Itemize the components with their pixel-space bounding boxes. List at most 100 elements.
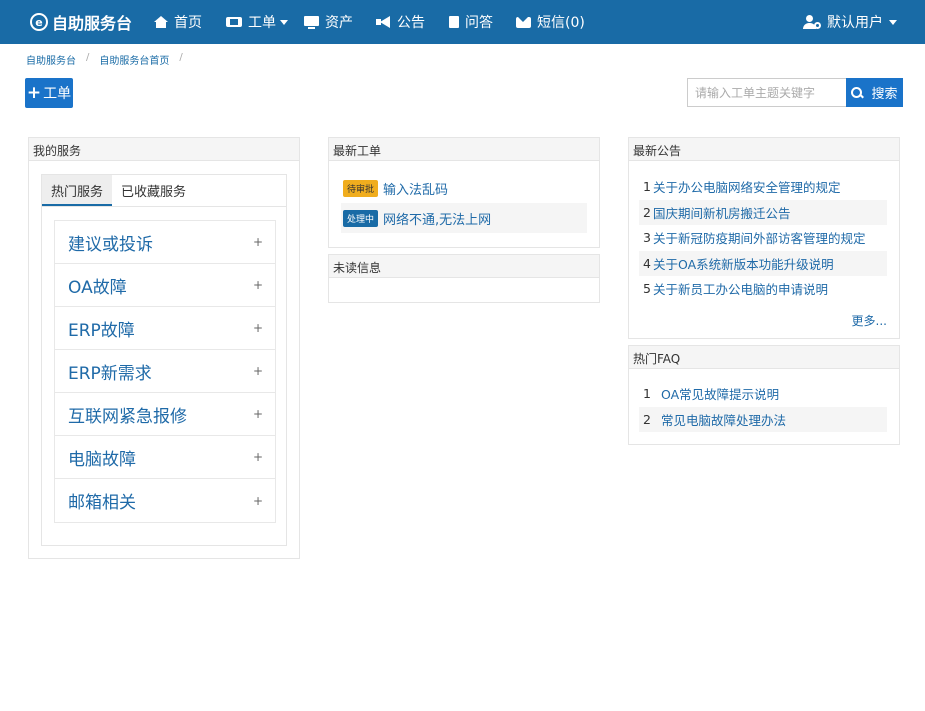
announcement-item[interactable]: 5 关于新员工办公电脑的申请说明 [639, 276, 887, 302]
search-icon [851, 86, 863, 99]
bullhorn-icon [376, 16, 391, 28]
announcement-item[interactable]: 1 关于办公电脑网络安全管理的规定 [639, 174, 887, 200]
announcement-item[interactable]: 4 关于OA系统新版本功能升级说明 [639, 250, 887, 276]
plus-icon: + [252, 235, 263, 249]
breadcrumb-item[interactable]: 自助服务台首页 [99, 52, 169, 67]
brand[interactable]: e 自助服务台 [30, 10, 132, 34]
my-services-panel: 我的服务 热门服务 已收藏服务 建议或投诉 + OA故障 + ERP故障 + E… [28, 137, 300, 559]
status-badge: 处理中 [343, 209, 379, 227]
plus-icon: + [252, 321, 263, 335]
ticket-row[interactable]: 处理中 网络不通,无法上网 [341, 203, 587, 233]
service-item[interactable]: 建议或投诉 + [55, 221, 275, 264]
service-item[interactable]: 邮箱相关 + [55, 479, 275, 522]
faq-panel: 热门FAQ 1 OA常见故障提示说明 2 常见电脑故障处理办法 [628, 345, 900, 445]
status-badge: 待审批 [343, 179, 379, 197]
plus-icon: + [252, 407, 263, 421]
search-button[interactable]: 搜索 [846, 78, 903, 107]
announcement-title: 关于办公电脑网络安全管理的规定 [652, 180, 841, 196]
service-item[interactable]: OA故障 + [55, 264, 275, 307]
announcement-title: 关于新员工办公电脑的申请说明 [652, 282, 828, 298]
nav-announcements-label: 公告 [397, 15, 426, 31]
more-announcements-link[interactable]: 更多... [852, 312, 887, 329]
user-name: 默认用户 [827, 15, 883, 31]
panel-title: 热门FAQ [629, 346, 899, 369]
file-icon [449, 16, 460, 28]
nav-messages[interactable]: 短信(0) [516, 12, 585, 32]
unread-panel: 未读信息 [328, 254, 600, 303]
service-list: 建议或投诉 + OA故障 + ERP故障 + ERP新需求 + 互联网紧急报修 … [54, 220, 276, 523]
panel-title: 最新工单 [329, 138, 599, 161]
service-item[interactable]: 电脑故障 + [55, 436, 275, 479]
breadcrumb-separator: / [86, 52, 90, 63]
plus-icon: + [252, 493, 263, 508]
faq-title: OA常见故障提示说明 [660, 387, 780, 403]
announcement-item[interactable]: 3 关于新冠防疫期间外部访客管理的规定 [639, 225, 887, 251]
service-label: ERP故障 [68, 320, 135, 341]
add-ticket-button[interactable]: + 工单 [25, 78, 73, 108]
ticket-row[interactable]: 待审批 输入法乱码 [341, 173, 587, 203]
mail-icon [516, 16, 532, 28]
item-number: 1 [643, 179, 651, 195]
breadcrumb-item[interactable]: 自助服务台 [26, 52, 76, 67]
plus-icon: + [252, 450, 263, 464]
faq-title: 常见电脑故障处理办法 [660, 412, 786, 428]
panel-title: 未读信息 [329, 255, 599, 278]
ticket-title: 输入法乱码 [383, 182, 449, 198]
panel-title: 我的服务 [29, 138, 299, 161]
nav-qa[interactable]: 问答 [449, 12, 493, 32]
services-tabs-box: 热门服务 已收藏服务 建议或投诉 + OA故障 + ERP故障 + ERP新需求… [41, 174, 287, 546]
user-menu[interactable]: 默认用户 [803, 0, 897, 44]
service-item[interactable]: ERP新需求 + [55, 350, 275, 393]
item-number: 1 [643, 386, 651, 402]
announcement-item[interactable]: 2 国庆期间新机房搬迁公告 [639, 199, 887, 225]
ticket-title: 网络不通,无法上网 [383, 212, 492, 228]
faq-item[interactable]: 1 OA常见故障提示说明 [639, 381, 887, 407]
latest-tickets-panel: 最新工单 待审批 输入法乱码 处理中 网络不通,无法上网 [328, 137, 600, 248]
item-number: 5 [643, 281, 651, 297]
plus-icon: + [252, 364, 263, 378]
nav-messages-label: 短信(0) [537, 15, 585, 31]
user-cog-icon [803, 15, 821, 29]
nav-home[interactable]: 首页 [154, 12, 202, 32]
breadcrumb-separator: / [179, 52, 183, 63]
nav-assets-label: 资产 [325, 15, 354, 31]
faq-list: 1 OA常见故障提示说明 2 常见电脑故障处理办法 [639, 381, 887, 432]
nav-assets[interactable]: 资产 [304, 12, 353, 32]
nav-ticket-label: 工单 [248, 15, 277, 31]
tab-hot-services[interactable]: 热门服务 [42, 175, 113, 206]
item-number: 2 [643, 411, 651, 427]
ticket-list: 待审批 输入法乱码 处理中 网络不通,无法上网 [341, 173, 587, 233]
announcement-list: 1 关于办公电脑网络安全管理的规定 2 国庆期间新机房搬迁公告 3 关于新冠防疫… [639, 174, 887, 302]
nav-home-label: 首页 [174, 15, 203, 31]
announcement-title: 关于OA系统新版本功能升级说明 [652, 256, 834, 272]
brand-logo-icon: e [30, 13, 48, 31]
tab-favorite-services[interactable]: 已收藏服务 [112, 175, 195, 206]
service-item[interactable]: 互联网紧急报修 + [55, 393, 275, 436]
item-number: 2 [643, 204, 651, 220]
top-navbar: e 自助服务台 首页 工单 资产 公告 问答 短信(0) 默认用户 [0, 0, 925, 44]
service-label: 邮箱相关 [68, 493, 136, 513]
service-item[interactable]: ERP故障 + [55, 307, 275, 350]
brand-title: 自助服务台 [52, 14, 133, 33]
service-label: 建议或投诉 [68, 234, 153, 255]
ticket-search-input[interactable] [687, 78, 847, 107]
caret-down-icon [280, 19, 289, 25]
home-icon [154, 16, 169, 28]
nav-announcements[interactable]: 公告 [376, 12, 425, 32]
service-label: 互联网紧急报修 [68, 406, 187, 427]
add-ticket-label: 工单 [43, 86, 72, 102]
nav-ticket-dropdown[interactable]: 工单 [226, 12, 289, 32]
panel-title: 最新公告 [629, 138, 899, 161]
services-tabs: 热门服务 已收藏服务 [42, 175, 286, 207]
announcements-panel: 最新公告 1 关于办公电脑网络安全管理的规定 2 国庆期间新机房搬迁公告 3 关… [628, 137, 900, 339]
faq-item[interactable]: 2 常见电脑故障处理办法 [639, 406, 887, 432]
announcement-title: 国庆期间新机房搬迁公告 [652, 205, 791, 221]
announcement-title: 关于新冠防疫期间外部访客管理的规定 [652, 231, 866, 247]
item-number: 3 [643, 230, 651, 246]
plus-icon: + [252, 278, 263, 292]
nav-qa-label: 问答 [465, 15, 494, 31]
plus-icon: + [26, 83, 42, 103]
item-number: 4 [643, 255, 651, 271]
ticket-icon [226, 17, 243, 27]
breadcrumb: 自助服务台 / 自助服务台首页 / [26, 52, 193, 67]
